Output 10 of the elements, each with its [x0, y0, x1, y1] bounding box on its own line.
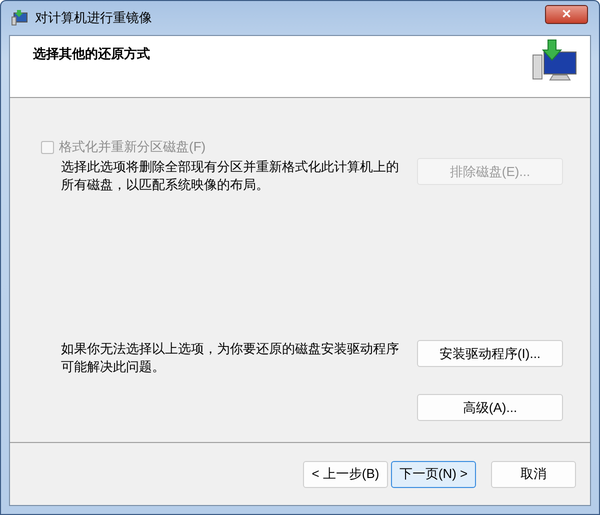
description-text: 如果你无法选择以上选项，为你要还原的磁盘安装驱动程序可能解决此问题。 [61, 340, 400, 376]
install-driver-button[interactable]: 安装驱动程序(I)... [417, 340, 563, 367]
advanced-button[interactable]: 高级(A)... [417, 394, 563, 421]
dialog-button[interactable]: 下一页(N) > [391, 460, 476, 488]
window-title: 对计算机进行重镜像 [35, 9, 153, 27]
page-heading: 选择其他的还原方式 [33, 45, 150, 63]
dialog-button[interactable]: < 上一步(B) [303, 460, 388, 488]
computer-icon [11, 9, 29, 27]
description-text: 选择此选项将删除全部现有分区并重新格式化此计算机上的所有磁盘，以匹配系统映像的布局。 [61, 158, 400, 194]
dialog-button[interactable]: 取消 [491, 460, 576, 488]
